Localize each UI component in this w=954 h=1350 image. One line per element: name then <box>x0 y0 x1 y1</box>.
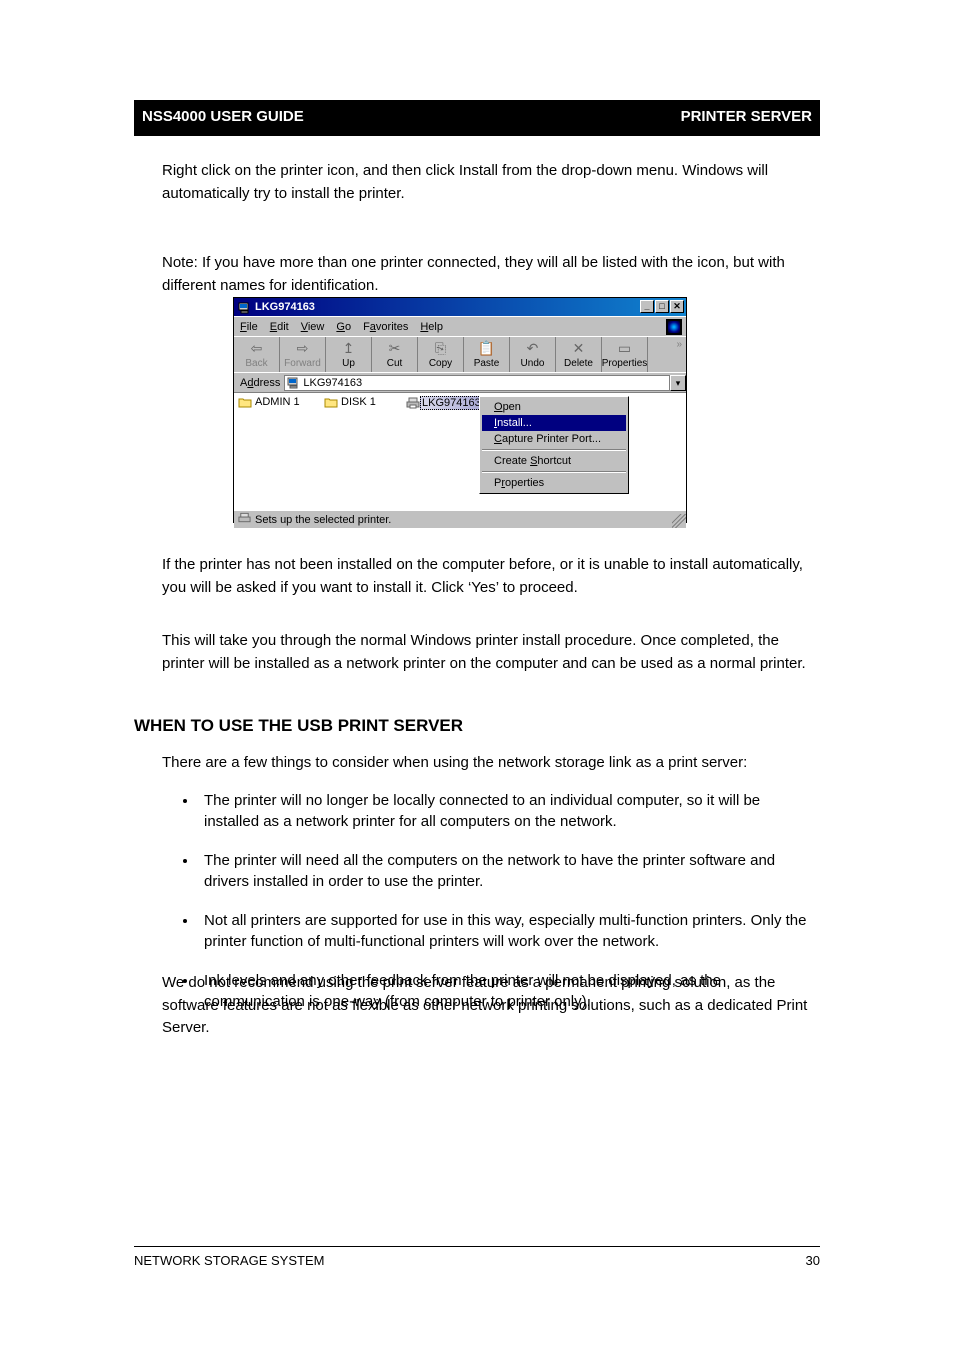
menu-edit[interactable]: Edit <box>270 321 289 333</box>
delete-button[interactable]: ✕ Delete <box>556 337 602 372</box>
menu-bar: File Edit View Go Favorites Help <box>234 316 686 336</box>
list-item-printer[interactable]: LKG974163_ <box>406 396 489 410</box>
page-header-bar: NSS4000 USER GUIDE PRINTER SERVER <box>134 100 820 136</box>
close-button[interactable]: ✕ <box>670 300 684 313</box>
arrow-right-icon: ⇨ <box>297 341 309 357</box>
address-bar: Address LKG974163 ▾ <box>234 372 686 392</box>
maximize-button[interactable]: □ <box>655 300 669 313</box>
cut-button[interactable]: ✂ Cut <box>372 337 418 372</box>
forward-button[interactable]: ⇨ Forward <box>280 337 326 372</box>
page-footer: NETWORK STORAGE SYSTEM 30 <box>134 1246 820 1268</box>
paragraph: If the printer has not been installed on… <box>162 554 822 599</box>
section-heading: WHEN TO USE THE USB PRINT SERVER <box>134 716 463 736</box>
header-left: NSS4000 USER GUIDE <box>142 108 304 125</box>
computer-icon <box>238 301 251 314</box>
delete-icon: ✕ <box>573 341 585 357</box>
resize-grip-icon[interactable] <box>672 514 686 528</box>
address-dropdown-icon[interactable]: ▾ <box>670 375 686 391</box>
status-text: Sets up the selected printer. <box>255 514 391 526</box>
properties-icon: ▭ <box>618 341 631 357</box>
copy-icon: ⎘ <box>435 341 446 357</box>
separator <box>482 471 626 473</box>
menu-favorites[interactable]: Favorites <box>363 321 408 333</box>
window-title: LKG974163 <box>255 301 315 313</box>
explorer-window: LKG974163 _ □ ✕ File Edit View Go Favori… <box>233 297 687 523</box>
header-right: PRINTER SERVER <box>681 108 812 125</box>
menu-properties[interactable]: Properties <box>482 475 626 491</box>
menu-help[interactable]: Help <box>420 321 443 333</box>
toolbar: ⇦ Back ⇨ Forward ↥ Up ✂ Cut ⎘ Copy 📋 Pas… <box>234 336 686 372</box>
paste-button[interactable]: 📋 Paste <box>464 337 510 372</box>
arrow-up-icon: ↥ <box>343 341 355 357</box>
paragraph: There are a few things to consider when … <box>162 752 822 775</box>
separator <box>482 449 626 451</box>
menu-go[interactable]: Go <box>336 321 351 333</box>
paragraph: Right click on the printer icon, and the… <box>162 160 822 205</box>
undo-icon: ↶ <box>527 341 539 357</box>
footer-left: NETWORK STORAGE SYSTEM <box>134 1253 324 1268</box>
scissors-icon: ✂ <box>389 341 401 357</box>
paragraph: We do not recommend using the print serv… <box>162 972 822 1040</box>
menu-view[interactable]: View <box>301 321 325 333</box>
clipboard-icon: 📋 <box>478 341 495 357</box>
throbber-icon <box>666 319 682 335</box>
address-value: LKG974163 <box>303 377 362 389</box>
arrow-left-icon: ⇦ <box>251 341 263 357</box>
list-item[interactable]: DISK 1 <box>324 396 376 408</box>
menu-file[interactable]: File <box>240 321 258 333</box>
menu-install[interactable]: Install... <box>482 415 626 431</box>
menu-create-shortcut[interactable]: Create Shortcut <box>482 453 626 469</box>
folder-content: ADMIN 1 DISK 1 LKG974163_ Open Install..… <box>234 392 686 510</box>
context-menu: Open Install... Capture Printer Port... … <box>479 396 629 494</box>
list-item: Not all printers are supported for use i… <box>198 910 818 952</box>
paragraph: This will take you through the normal Wi… <box>162 630 822 675</box>
footer-page-number: 30 <box>806 1253 820 1268</box>
up-button[interactable]: ↥ Up <box>326 337 372 372</box>
toolbar-overflow-icon[interactable]: » <box>676 339 682 350</box>
printer-small-icon <box>238 512 251 527</box>
address-field[interactable]: LKG974163 <box>284 375 670 391</box>
list-item[interactable]: ADMIN 1 <box>238 396 300 408</box>
menu-open[interactable]: Open <box>482 399 626 415</box>
menu-capture-printer-port[interactable]: Capture Printer Port... <box>482 431 626 447</box>
back-button[interactable]: ⇦ Back <box>234 337 280 372</box>
list-item: The printer will need all the computers … <box>198 850 818 892</box>
copy-button[interactable]: ⎘ Copy <box>418 337 464 372</box>
folder-icon <box>238 396 252 408</box>
status-bar: Sets up the selected printer. <box>234 510 686 528</box>
undo-button[interactable]: ↶ Undo <box>510 337 556 372</box>
paragraph-note: Note: If you have more than one printer … <box>162 252 822 297</box>
address-label: Address <box>240 377 280 389</box>
minimize-button[interactable]: _ <box>640 300 654 313</box>
printer-icon <box>406 397 420 409</box>
folder-icon <box>324 396 338 408</box>
list-item: The printer will no longer be locally co… <box>198 790 818 832</box>
computer-icon <box>287 376 300 389</box>
window-titlebar[interactable]: LKG974163 _ □ ✕ <box>234 298 686 316</box>
properties-button[interactable]: ▭ Properties <box>602 337 648 372</box>
